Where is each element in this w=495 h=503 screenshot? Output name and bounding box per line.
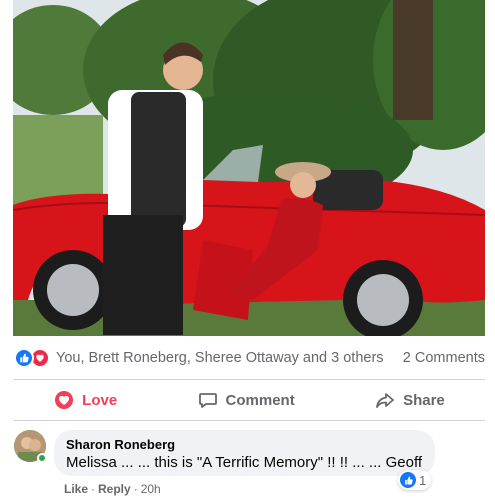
love-button[interactable]: Love [42,384,129,416]
love-label: Love [82,391,118,409]
like-icon [14,348,34,368]
comment-count[interactable]: 2 Comments [403,350,485,366]
comment-reaction-count[interactable]: 1 [398,470,432,490]
divider [14,379,485,380]
reaction-count: 1 [419,472,427,488]
comment-meta: Like · Reply · 20h [64,482,161,496]
like-icon [400,472,416,488]
reactions-summary[interactable]: You, Brett Roneberg, Sheree Ottaway and … [14,346,485,370]
comment-text: Melissa ... ... this is "A Terrific Memo… [66,454,423,471]
photo-illustration [13,0,485,336]
share-label: Share [403,391,445,409]
comment-like-button[interactable]: Like [64,482,88,496]
divider [14,420,485,421]
reaction-names[interactable]: You, Brett Roneberg, Sheree Ottaway and … [56,350,395,366]
post-photo[interactable] [13,0,485,336]
online-status-dot [37,453,47,463]
meta-separator: · [91,482,96,496]
comment-button[interactable]: Comment [186,384,307,416]
share-icon [376,393,394,408]
post-actions: Love Comment Share [14,382,485,418]
meta-separator: · [133,482,138,496]
comment-bubble: Sharon Roneberg Melissa ... ... this is … [54,430,435,476]
comment-label: Comment [225,391,295,409]
comment-time[interactable]: 20h [141,482,161,496]
comment-author[interactable]: Sharon Roneberg [66,437,423,453]
reaction-icons [14,348,50,368]
share-button[interactable]: Share [363,384,457,416]
love-reaction-icon [55,391,74,409]
comment-icon [198,393,217,408]
comment-reply-button[interactable]: Reply [98,482,131,496]
